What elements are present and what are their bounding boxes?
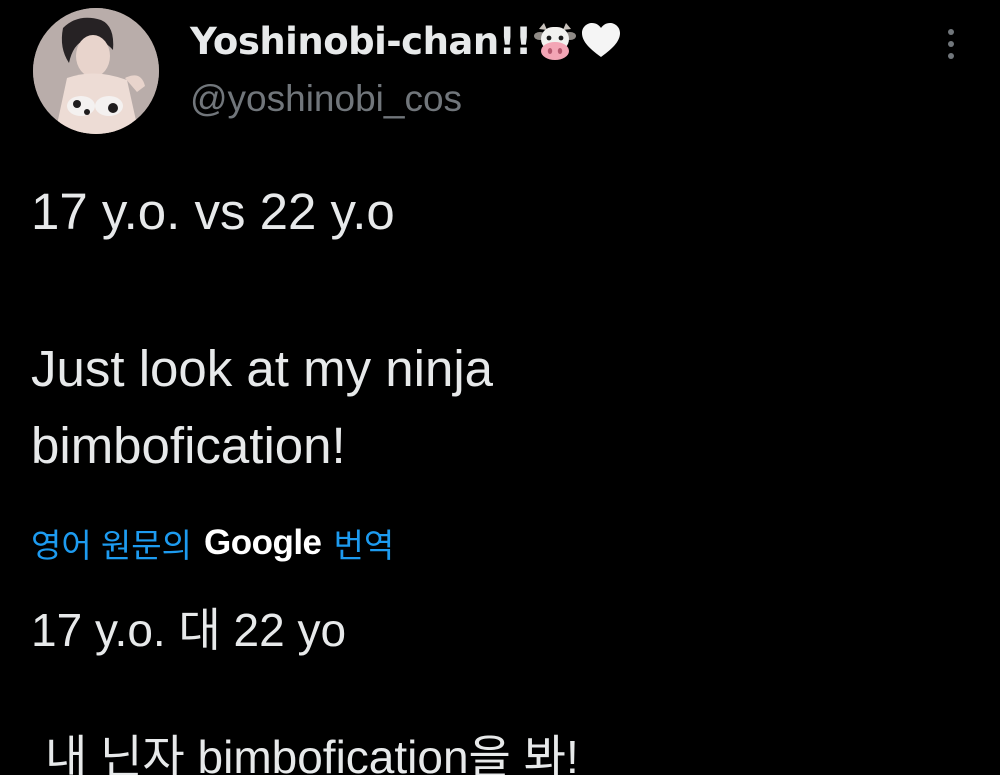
more-dot-icon <box>948 53 954 59</box>
cow-face-icon <box>533 19 577 63</box>
more-dot-icon <box>948 41 954 47</box>
display-name[interactable]: Yoshinobi-chan!! <box>190 16 623 66</box>
white-heart-icon <box>579 19 623 63</box>
tweet-text-line: Just look at my ninja <box>31 340 494 397</box>
display-name-text: Yoshinobi-chan!! <box>190 19 532 63</box>
avatar[interactable] <box>33 8 159 134</box>
translate-suffix: 번역 <box>333 527 395 564</box>
more-dot-icon <box>948 29 954 35</box>
translated-text-line: 17 y.o. 대 22 yo <box>31 604 347 656</box>
translate-link[interactable]: 영어 원문의 Google 번역 <box>31 520 394 566</box>
tweet-text-line: 17 y.o. vs 22 y.o <box>31 183 395 240</box>
more-options-button[interactable] <box>936 24 966 64</box>
tweet-text-line: bimbofication! <box>31 417 346 474</box>
translated-text-line: 내 닌자 bimbofication을 봐! <box>45 731 579 775</box>
user-handle[interactable]: @yoshinobi_cos <box>190 78 462 120</box>
translate-prefix: 영어 원문의 <box>31 527 192 564</box>
google-brand: Google <box>203 523 322 562</box>
